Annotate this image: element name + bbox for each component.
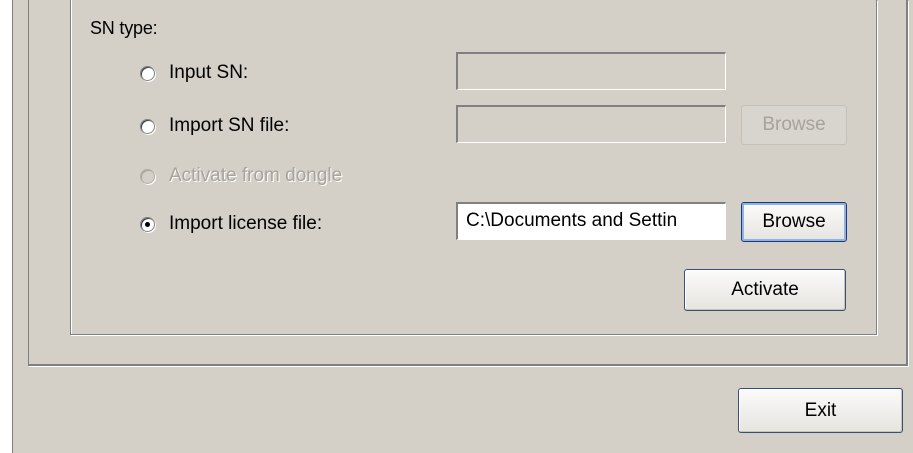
radio-selected-dot-icon [145, 221, 150, 227]
browse-license-file-button[interactable]: Browse [741, 202, 847, 242]
radio-activate-from-dongle-circle-icon [140, 168, 155, 184]
radio-import-sn-file-circle-icon[interactable] [140, 118, 155, 134]
sn-file-path-field [456, 105, 726, 143]
license-file-path-input[interactable]: C:\Documents and Settin [456, 202, 726, 240]
exit-button[interactable]: Exit [738, 388, 903, 433]
radio-input-sn-circle-icon[interactable] [140, 65, 155, 81]
radio-activate-from-dongle: Activate from dongle [140, 163, 342, 189]
radio-input-sn[interactable]: Input SN: [140, 60, 248, 86]
radio-activate-from-dongle-label: Activate from dongle [169, 165, 343, 186]
sn-type-group-title: SN type: [90, 18, 158, 38]
radio-import-license-file-circle-icon[interactable] [140, 216, 155, 232]
radio-import-license-file-label: Import license file: [169, 213, 323, 234]
browse-sn-file-button: Browse [741, 105, 847, 145]
radio-input-sn-label: Input SN: [169, 62, 249, 83]
radio-import-license-file[interactable]: Import license file: [140, 211, 322, 237]
input-sn-field [456, 52, 726, 90]
radio-import-sn-file-label: Import SN file: [169, 115, 290, 136]
radio-import-sn-file[interactable]: Import SN file: [140, 113, 289, 139]
activate-button[interactable]: Activate [684, 269, 846, 311]
